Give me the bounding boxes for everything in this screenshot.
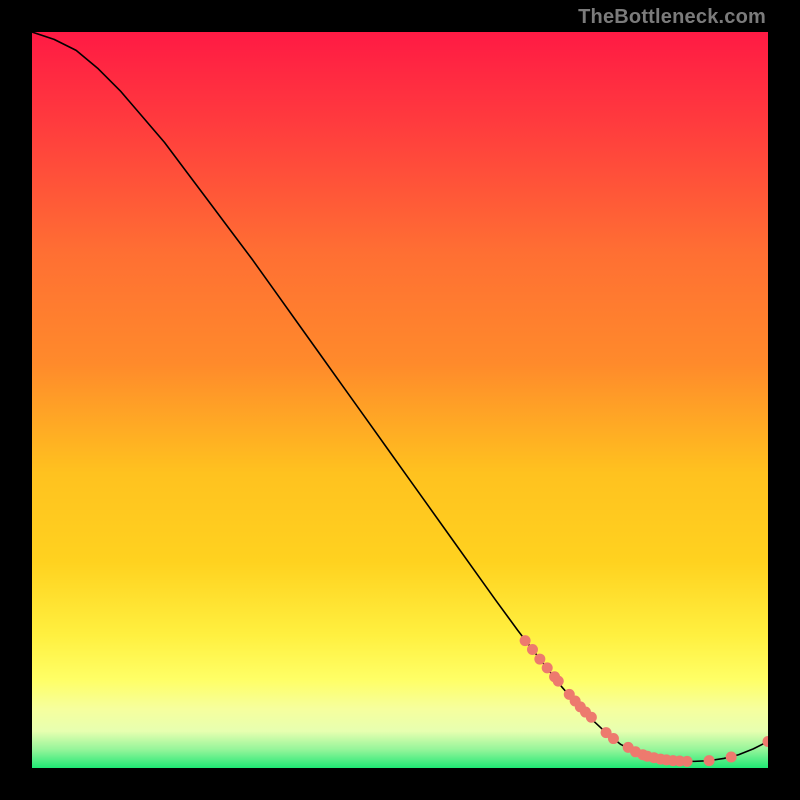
data-marker (553, 676, 564, 687)
watermark-text: TheBottleneck.com (578, 6, 766, 29)
data-marker (520, 635, 531, 646)
data-marker (586, 712, 597, 723)
chart-svg (32, 32, 768, 768)
data-marker (726, 751, 737, 762)
data-marker (608, 733, 619, 744)
plot-area (32, 32, 768, 768)
data-marker (542, 662, 553, 673)
data-marker (534, 654, 545, 665)
data-marker (704, 755, 715, 766)
data-marker (682, 756, 693, 767)
chart-background (32, 32, 768, 768)
data-marker (527, 644, 538, 655)
chart-container: TheBottleneck.com (0, 0, 800, 800)
